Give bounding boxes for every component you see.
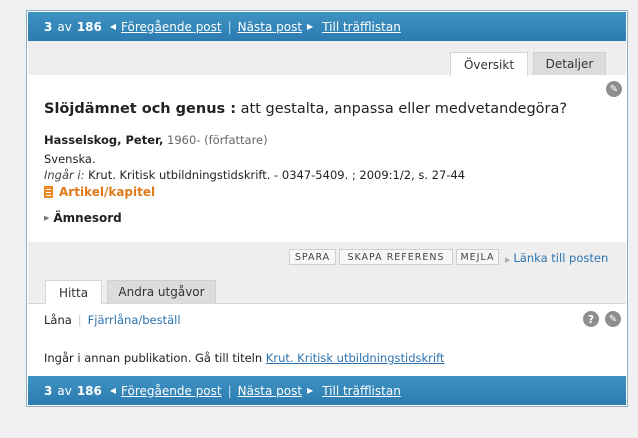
availability-tabs: Hitta Andra utgåvor bbox=[28, 272, 626, 304]
record-tabs: Översikt Detaljer bbox=[28, 41, 626, 76]
subject-terms-label: Ämnesord bbox=[53, 211, 122, 225]
part-of-text: Krut. Kritisk utbildningstidskrift. - 03… bbox=[84, 168, 466, 182]
wrench-icon[interactable]: ✎ bbox=[605, 311, 621, 327]
nav-separator: | bbox=[227, 19, 232, 34]
record-of-label: av bbox=[57, 19, 72, 34]
publication-text: Ingår i annan publikation. Gå till titel… bbox=[44, 351, 266, 365]
back-to-results-link[interactable]: Till träfflistan bbox=[322, 384, 401, 398]
back-to-results-link[interactable]: Till träfflistan bbox=[322, 20, 401, 34]
help-icon[interactable]: ? bbox=[583, 311, 599, 327]
email-button[interactable]: MEJLA bbox=[456, 249, 499, 265]
record-title-sub: att gestalta, anpassa eller medvetandegö… bbox=[236, 101, 568, 117]
prev-arrow-icon: ◀ bbox=[109, 22, 117, 31]
nav-separator: | bbox=[227, 383, 232, 398]
record-part-of: Ingår i: Krut. Kritisk utbildningstidskr… bbox=[44, 168, 465, 182]
loan-label: Låna bbox=[44, 313, 72, 327]
save-button[interactable]: SPARA bbox=[289, 249, 336, 265]
record-title-main: Slöjdämnet och genus : bbox=[44, 101, 237, 117]
previous-record-link[interactable]: Föregående post bbox=[121, 20, 222, 34]
create-reference-button[interactable]: SKAPA REFERENS bbox=[339, 249, 453, 265]
next-record-link[interactable]: Nästa post bbox=[238, 20, 302, 34]
link-to-record[interactable]: ▶ Länka till posten bbox=[505, 251, 608, 265]
bottom-record-navigation: 3 av 186 ◀ Föregående post | Nästa post … bbox=[28, 376, 626, 405]
next-arrow-icon: ▶ bbox=[307, 22, 314, 31]
previous-record-link[interactable]: Föregående post bbox=[121, 384, 222, 398]
tab-detaljer[interactable]: Detaljer bbox=[533, 52, 606, 75]
action-bar: SPARA SKAPA REFERENS MEJLA ▶ Länka till p… bbox=[28, 242, 626, 272]
prev-arrow-icon: ◀ bbox=[109, 386, 117, 395]
next-arrow-icon: ▶ bbox=[307, 386, 314, 395]
tab-oversikt[interactable]: Översikt bbox=[450, 52, 528, 76]
link-arrow-icon: ▶ bbox=[505, 256, 511, 264]
loan-separator: | bbox=[77, 313, 82, 327]
document-icon bbox=[44, 186, 53, 198]
expand-arrow-icon: ▶ bbox=[44, 214, 50, 222]
record-title: Slöjdämnet och genus : att gestalta, anp… bbox=[44, 101, 567, 117]
next-record-link[interactable]: Nästa post bbox=[238, 384, 302, 398]
tab-andra-utgavor[interactable]: Andra utgåvor bbox=[107, 280, 216, 303]
top-record-navigation: 3 av 186 ◀ Föregående post | Nästa post … bbox=[28, 12, 626, 41]
tab-hitta[interactable]: Hitta bbox=[45, 280, 102, 304]
record-current-index: 3 bbox=[44, 19, 53, 34]
loan-row: Låna | Fjärrlåna/beställ bbox=[44, 313, 181, 327]
record-author: Hasselskog, Peter, 1960- (författare) bbox=[44, 133, 268, 147]
record-language: Svenska. bbox=[44, 152, 96, 166]
link-to-record-label: Länka till posten bbox=[513, 251, 609, 265]
record-total-count: 186 bbox=[76, 383, 102, 398]
publication-title-link[interactable]: Krut. Kritisk utbildningstidskrift bbox=[266, 351, 445, 365]
part-of-publication: Ingår i annan publikation. Gå till titel… bbox=[44, 351, 444, 365]
part-of-label: Ingår i: bbox=[44, 168, 85, 182]
wrench-icon[interactable]: ✎ bbox=[606, 81, 622, 97]
interlibrary-loan-link[interactable]: Fjärrlåna/beställ bbox=[88, 313, 181, 327]
record-panel: 3 av 186 ◀ Föregående post | Nästa post … bbox=[26, 10, 628, 407]
record-total-count: 186 bbox=[76, 19, 102, 34]
subject-terms-toggle[interactable]: ▶ Ämnesord bbox=[44, 211, 122, 225]
record-type-label: Artikel/kapitel bbox=[59, 185, 156, 199]
record-current-index: 3 bbox=[44, 383, 53, 398]
record-of-label: av bbox=[57, 383, 72, 398]
author-name: Hasselskog, Peter, bbox=[44, 133, 164, 147]
record-type: Artikel/kapitel bbox=[44, 185, 155, 199]
author-extra: 1960- (författare) bbox=[163, 133, 268, 147]
